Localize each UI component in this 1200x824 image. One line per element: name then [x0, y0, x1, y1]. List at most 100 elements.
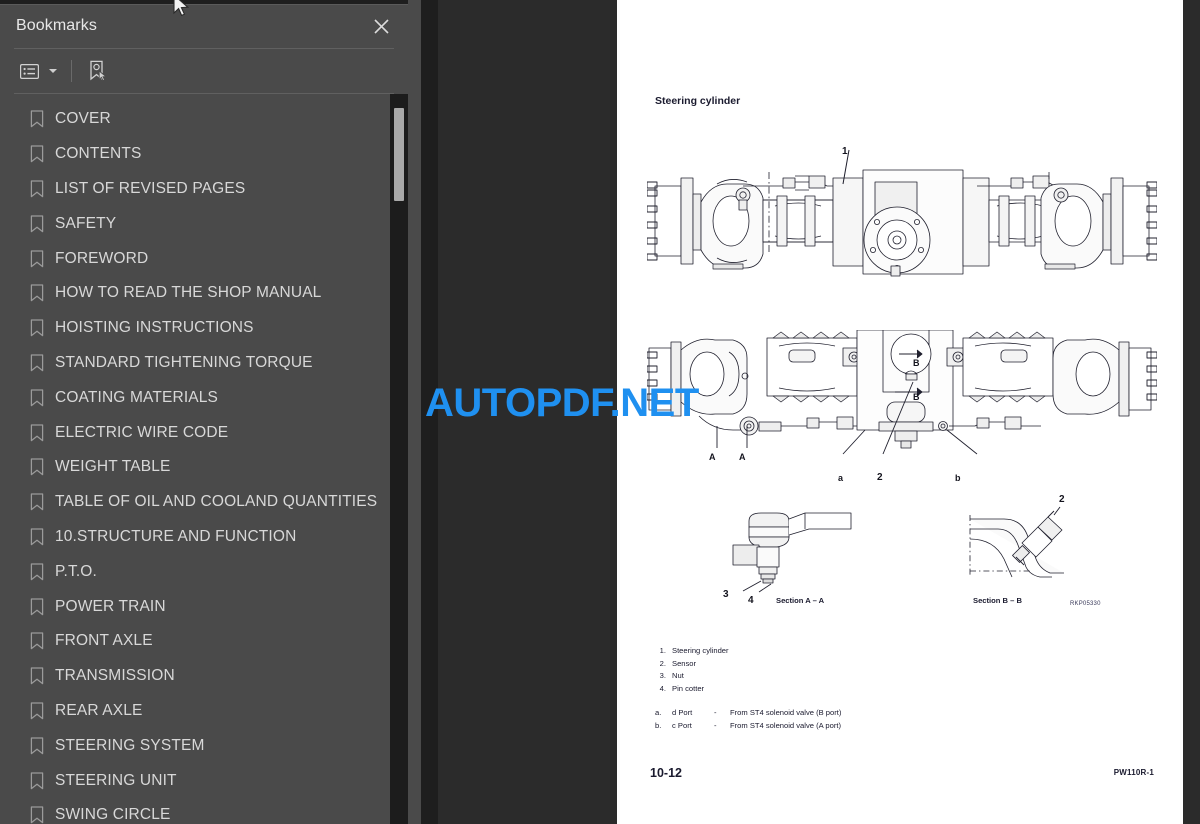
bookmark-item[interactable]: ELECTRIC WIRE CODE — [0, 415, 394, 450]
model-number: PW110R-1 — [1113, 768, 1154, 777]
port-label: d Port — [672, 708, 693, 718]
pdf-page[interactable]: Steering cylinder 1 A A B B a 2 b 3 4 Se… — [617, 0, 1183, 824]
bookmarks-scrollbar[interactable] — [390, 94, 408, 824]
bookmark-label: POWER TRAIN — [55, 597, 166, 615]
callout-section-a-right: A — [739, 452, 746, 462]
bookmark-item[interactable]: STANDARD TIGHTENING TORQUE — [0, 346, 394, 381]
bookmark-item[interactable]: HOW TO READ THE SHOP MANUAL — [0, 276, 394, 311]
bookmark-item[interactable]: FRONT AXLE — [0, 624, 394, 659]
bookmark-label: FRONT AXLE — [55, 632, 153, 650]
bookmark-label: 10.STRUCTURE AND FUNCTION — [55, 527, 297, 545]
bookmark-label: STEERING UNIT — [55, 771, 177, 789]
bookmark-item[interactable]: HOISTING INSTRUCTIONS — [0, 311, 394, 346]
bookmark-icon — [30, 215, 44, 233]
port-row: b. c Port - From ST4 solenoid valve (A port… — [655, 720, 841, 733]
bookmark-label: ELECTRIC WIRE CODE — [55, 423, 229, 441]
bookmark-icon — [30, 737, 44, 755]
bookmark-label: TABLE OF OIL AND COOLAND QUANTITIES — [55, 493, 378, 511]
figure-section-b-b — [962, 505, 1072, 595]
port-row: a. d Port - From ST4 solenoid valve (B port… — [655, 707, 841, 720]
legend-text: Nut — [672, 671, 684, 681]
bookmark-label: CONTENTS — [55, 145, 142, 163]
bookmark-icon — [30, 458, 44, 476]
port-dash: - — [714, 708, 717, 718]
bookmark-label: STEERING SYSTEM — [55, 736, 205, 754]
section-a-a-caption: Section A – A — [776, 596, 825, 605]
bookmark-item[interactable]: COATING MATERIALS — [0, 380, 394, 415]
bookmark-icon — [30, 632, 44, 650]
legend-row: 4. Pin cotter — [655, 683, 841, 696]
bookmark-icon — [30, 145, 44, 163]
legend-row: 2. Sensor — [655, 658, 841, 671]
bookmark-label: TRANSMISSION — [55, 667, 175, 685]
bookmark-icon — [30, 771, 44, 790]
bookmark-item[interactable]: STEERING UNIT — [0, 763, 394, 798]
bookmark-item[interactable]: POWER TRAIN — [0, 589, 394, 624]
bookmark-label: FOREWORD — [55, 249, 149, 267]
section-b-b-caption: Section B – B — [973, 596, 1022, 605]
bookmark-icon — [30, 284, 44, 302]
page-right-margin — [1183, 0, 1200, 824]
callout-section-a-left: A — [709, 452, 716, 462]
bookmark-label: SWING CIRCLE — [55, 806, 171, 824]
callout-nut-3: 3 — [723, 589, 729, 600]
bookmark-item[interactable]: TABLE OF OIL AND COOLAND QUANTITIES — [0, 485, 394, 520]
pdf-viewer-window: Bookmarks COVER CONTENTS LIST OF REVISED… — [0, 0, 1200, 824]
bookmark-item[interactable]: REAR AXLE — [0, 694, 394, 729]
bookmark-icon — [30, 667, 44, 685]
bookmark-icon — [30, 493, 44, 511]
panel-title: Bookmarks — [16, 17, 97, 34]
bookmark-label: COATING MATERIALS — [55, 388, 219, 406]
scrollbar-thumb[interactable] — [394, 108, 404, 201]
bookmark-icon — [30, 319, 44, 337]
bookmark-item[interactable]: COVER — [0, 102, 394, 137]
bookmark-label: REAR AXLE — [55, 701, 143, 719]
bookmark-icon — [30, 180, 44, 198]
bookmark-item[interactable]: STEERING SYSTEM — [0, 728, 394, 763]
legend-text: Steering cylinder — [672, 646, 729, 655]
new-bookmark-icon[interactable] — [83, 56, 113, 86]
bookmark-icon — [30, 110, 44, 128]
bookmarks-list-container: COVER CONTENTS LIST OF REVISED PAGES SAFETY… — [0, 94, 408, 824]
legend-row: 3. Nut — [655, 670, 841, 683]
bookmark-item[interactable]: TRANSMISSION — [0, 659, 394, 694]
callout-section-b-lower: B — [913, 392, 920, 402]
callout-port-a: a — [838, 473, 844, 483]
bookmark-icon — [30, 597, 44, 616]
bookmark-icon — [30, 423, 44, 442]
bookmark-item[interactable]: LIST OF REVISED PAGES — [0, 172, 394, 207]
bookmark-item[interactable]: P.T.O. — [0, 554, 394, 589]
figure-axle-top-view — [647, 140, 1157, 300]
bookmark-item[interactable]: CONTENTS — [0, 137, 394, 172]
figure-legend: 1. Steering cylinder 2. Sensor 3. Nut 4. Pin co… — [655, 645, 841, 733]
page-heading: Steering cylinder — [655, 95, 741, 107]
bookmark-label: HOW TO READ THE SHOP MANUAL — [55, 284, 322, 302]
legend-text: Sensor — [672, 658, 697, 668]
legend-number: 4. — [659, 683, 666, 693]
bookmark-item[interactable]: SWING CIRCLE — [0, 798, 394, 824]
bookmark-item[interactable]: 10.STRUCTURE AND FUNCTION — [0, 520, 394, 555]
legend-number: 2. — [659, 658, 666, 668]
bookmark-label: WEIGHT TABLE — [55, 458, 171, 476]
bookmark-label: LIST OF REVISED PAGES — [55, 179, 246, 197]
callout-top-1: 1 — [842, 146, 848, 157]
panel-resize-handle[interactable] — [408, 0, 421, 824]
bookmark-icon — [30, 806, 44, 824]
legend-number: 3. — [659, 671, 666, 681]
close-icon[interactable] — [368, 13, 394, 39]
bookmark-icon — [30, 249, 44, 268]
bookmark-label: COVER — [55, 110, 111, 128]
bookmark-item[interactable]: SAFETY — [0, 206, 394, 241]
port-text: From ST4 solenoid valve (A port) — [730, 720, 841, 730]
legend-number: 1. — [659, 646, 666, 655]
bookmark-item[interactable]: FOREWORD — [0, 241, 394, 276]
figure-section-a-a — [727, 505, 857, 595]
figure-axle-plan-view — [647, 330, 1157, 470]
page-number: 10-12 — [650, 766, 682, 780]
list-options-icon[interactable] — [14, 56, 44, 86]
bookmark-label: STANDARD TIGHTENING TORQUE — [55, 353, 313, 371]
chevron-down-icon[interactable] — [46, 56, 60, 86]
port-dash: - — [714, 720, 717, 730]
bookmark-item[interactable]: WEIGHT TABLE — [0, 450, 394, 485]
bookmark-icon — [30, 389, 44, 407]
